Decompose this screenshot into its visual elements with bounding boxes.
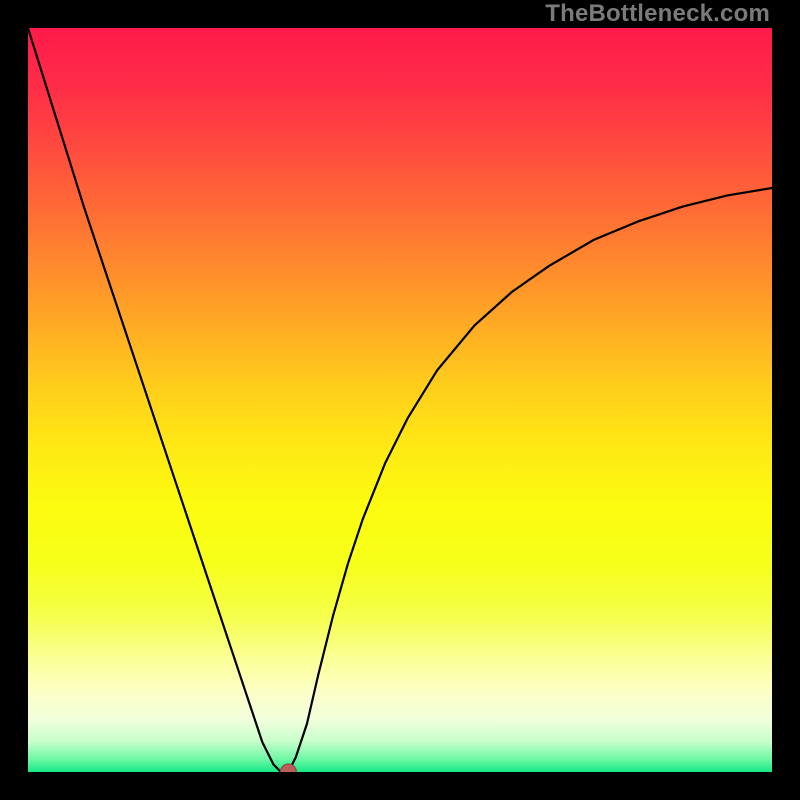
plot-area	[28, 28, 772, 772]
plot-svg	[28, 28, 772, 772]
gradient-background	[28, 28, 772, 772]
watermark-text: TheBottleneck.com	[545, 0, 770, 28]
chart-frame: TheBottleneck.com	[0, 0, 800, 800]
